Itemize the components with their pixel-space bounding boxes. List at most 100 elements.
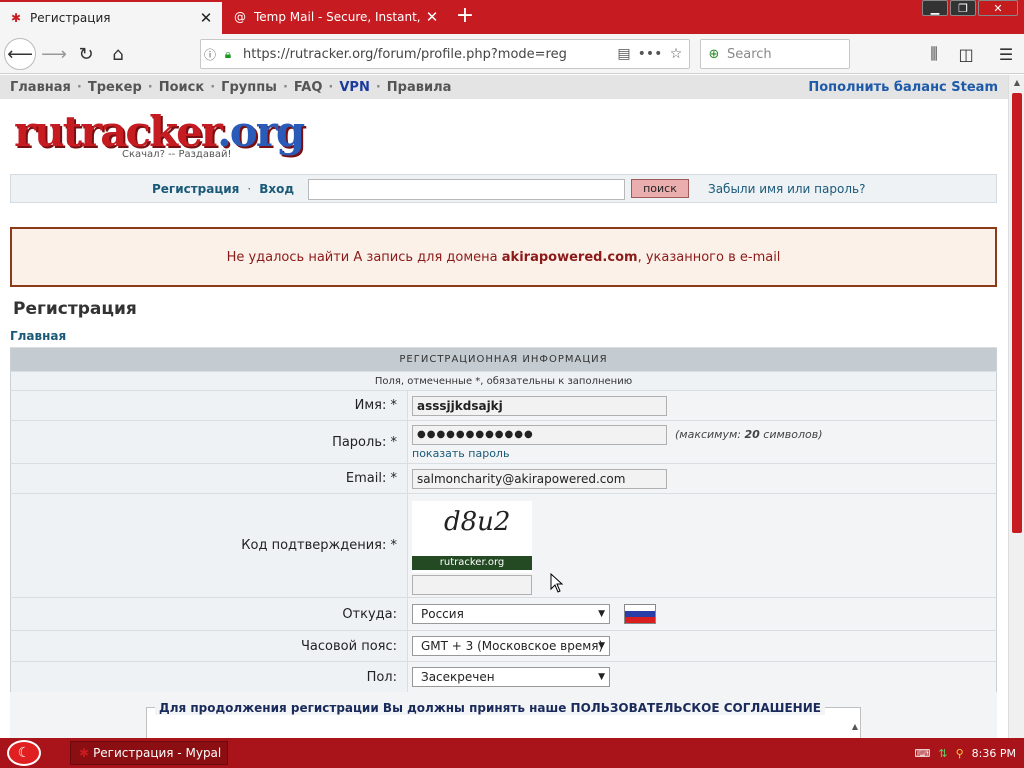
search-tray-icon[interactable]: ⚲ xyxy=(956,747,964,760)
top-menu: Главная · Трекер · Поиск · Группы · FAQ … xyxy=(0,75,1008,99)
taskbar: ☾ ✱ Регистрация - Mypal ⌨ ⇅ ⚲ 8:36 PM xyxy=(0,738,1024,768)
clock[interactable]: 8:36 PM xyxy=(972,747,1016,760)
menu-home[interactable]: Главная xyxy=(10,80,71,95)
address-bar[interactable]: ⓘ 🔒︎ https://rutracker.org/forum/profile… xyxy=(200,39,690,69)
home-button[interactable]: ⌂ xyxy=(102,38,134,70)
menu-separator: · xyxy=(210,79,216,95)
password-hint-start: (максимум: xyxy=(675,428,745,441)
location-value: Россия xyxy=(421,607,464,621)
start-logo-icon: ☾ xyxy=(7,740,41,766)
timezone-value: GMT + 3 (Московское время) xyxy=(421,639,604,653)
site-logo[interactable]: rutracker.org Скачал? -- Раздавай! xyxy=(14,109,305,165)
error-domain: akirapowered.com xyxy=(501,249,638,265)
close-tab-icon[interactable]: ✕ xyxy=(422,8,442,26)
menu-separator: · xyxy=(328,79,334,95)
search-engine-icon: ⊕ xyxy=(708,46,720,62)
sidebar-icon[interactable]: ◫ xyxy=(950,38,982,70)
auth-bar: Регистрация · Вход поиск Забыли имя или па… xyxy=(10,174,997,203)
mypal-icon: ✱ xyxy=(79,746,90,760)
forward-button[interactable]: ⟶ xyxy=(38,38,70,70)
back-button[interactable]: ⟵ xyxy=(4,38,36,70)
info-icon[interactable]: ⓘ xyxy=(201,46,219,63)
menu-separator: · xyxy=(282,79,288,95)
auth-separator: · xyxy=(247,182,252,196)
network-icon[interactable]: ⇅ xyxy=(938,747,947,760)
steam-balance-link[interactable]: Пополнить баланс Steam xyxy=(808,80,998,95)
menu-icon[interactable]: ☰ xyxy=(990,38,1022,70)
gender-label: Пол: xyxy=(10,661,408,693)
search-input[interactable] xyxy=(308,179,625,200)
menu-search[interactable]: Поиск xyxy=(159,80,204,95)
menu-rules[interactable]: Правила xyxy=(387,80,452,95)
url-text[interactable]: https://rutracker.org/forum/profile.php?… xyxy=(237,47,611,62)
menu-faq[interactable]: FAQ xyxy=(294,80,323,95)
keyboard-icon[interactable]: ⌨ xyxy=(915,747,931,760)
close-window-button[interactable]: ✕ xyxy=(978,0,1018,16)
forgot-password-link[interactable]: Забыли имя или пароль? xyxy=(708,182,865,196)
form-note: Поля, отмеченные *, обязательны к заполн… xyxy=(10,371,997,391)
taskbar-item-mypal[interactable]: ✱ Регистрация - Mypal xyxy=(70,741,228,765)
show-password-link[interactable]: показать пароль xyxy=(412,447,996,460)
menu-tracker[interactable]: Трекер xyxy=(88,80,142,95)
login-link[interactable]: Вход xyxy=(259,182,294,196)
breadcrumb[interactable]: Главная xyxy=(10,329,66,343)
error-prefix: Не удалось найти A запись для домена xyxy=(226,249,502,265)
gender-select[interactable]: Засекречен ▼ xyxy=(412,667,610,687)
temp-mail-favicon-icon: @ xyxy=(234,10,246,24)
tab-label: Регистрация xyxy=(30,11,111,25)
captcha-input[interactable] xyxy=(412,574,532,595)
tab-bar: ✱ Регистрация ✕ @ Temp Mail - Secure, In… xyxy=(0,0,1024,34)
maximize-button[interactable]: ❐ xyxy=(950,0,976,16)
browser-window: ✱ Регистрация ✕ @ Temp Mail - Secure, In… xyxy=(0,0,1024,738)
register-link[interactable]: Регистрация xyxy=(152,182,239,196)
page-title: Регистрация xyxy=(13,299,137,319)
new-tab-button[interactable]: + xyxy=(452,4,478,30)
agreement-box[interactable]: Для продолжения регистрации Вы должны пр… xyxy=(146,701,861,738)
menu-separator: · xyxy=(147,79,153,95)
password-hint: (максимум: 20 символов) xyxy=(675,428,823,441)
name-field[interactable]: asssjjkdsajkj xyxy=(412,395,667,416)
reader-view-icon[interactable]: ▤ xyxy=(611,46,637,62)
location-label: Откуда: xyxy=(10,597,408,631)
reload-button[interactable]: ↻ xyxy=(70,38,102,70)
error-message: Не удалось найти A запись для домена aki… xyxy=(10,227,997,287)
tab-registration[interactable]: ✱ Регистрация ✕ xyxy=(0,0,222,34)
menu-separator: · xyxy=(76,79,82,95)
page-actions-icon[interactable]: ••• xyxy=(637,46,663,62)
taskbar-item-label: Регистрация - Mypal xyxy=(93,746,222,760)
system-tray: ⌨ ⇅ ⚲ 8:36 PM xyxy=(915,738,1017,768)
window-controls: ▁ ❐ ✕ xyxy=(922,0,1018,16)
search-placeholder: Search xyxy=(727,46,772,62)
tab-temp-mail[interactable]: @ Temp Mail - Secure, Instant, Fast ✕ xyxy=(224,0,448,34)
lock-icon: 🔒︎ xyxy=(224,46,232,61)
password-hint-end: символов) xyxy=(759,428,823,441)
scrollbar-thumb[interactable] xyxy=(1012,93,1022,533)
library-icon[interactable]: ⫼ xyxy=(918,38,950,70)
minimize-button[interactable]: ▁ xyxy=(922,0,948,16)
menu-vpn[interactable]: VPN xyxy=(339,80,369,95)
page-scrollbar[interactable]: ▲ xyxy=(1008,75,1024,738)
email-field[interactable]: salmoncharity@akirapowered.com xyxy=(412,468,667,489)
menu-groups[interactable]: Группы xyxy=(221,80,277,95)
timezone-select[interactable]: GMT + 3 (Московское время) ▼ xyxy=(412,636,610,656)
scroll-up-icon[interactable]: ▲ xyxy=(852,722,858,731)
form-header: РЕГИСТРАЦИОННАЯ ИНФОРМАЦИЯ xyxy=(10,347,997,372)
logo-slogan: Скачал? -- Раздавай! xyxy=(122,149,232,160)
search-box[interactable]: ⊕ Search xyxy=(700,39,850,69)
error-suffix: , указанного в e-mail xyxy=(637,249,781,265)
chevron-down-icon: ▼ xyxy=(598,672,605,682)
search-button[interactable]: поиск xyxy=(631,179,689,198)
password-field[interactable]: ●●●●●●●●●●●● xyxy=(412,424,667,445)
tab-label: Temp Mail - Secure, Instant, Fast xyxy=(254,10,422,24)
scroll-up-arrow-icon[interactable]: ▲ xyxy=(1009,75,1024,91)
gender-value: Засекречен xyxy=(421,670,495,684)
rutracker-favicon-icon: ✱ xyxy=(10,11,22,25)
registration-form: РЕГИСТРАЦИОННАЯ ИНФОРМАЦИЯ Поля, отмечен… xyxy=(10,347,997,693)
password-max-length: 20 xyxy=(744,428,760,441)
location-select[interactable]: Россия ▼ xyxy=(412,604,610,624)
page-content: Главная · Трекер · Поиск · Группы · FAQ … xyxy=(0,75,1008,738)
start-button[interactable]: ☾ xyxy=(0,738,48,768)
email-label: Email: * xyxy=(10,463,408,494)
close-tab-icon[interactable]: ✕ xyxy=(196,9,216,27)
bookmark-star-icon[interactable]: ☆ xyxy=(663,46,689,62)
